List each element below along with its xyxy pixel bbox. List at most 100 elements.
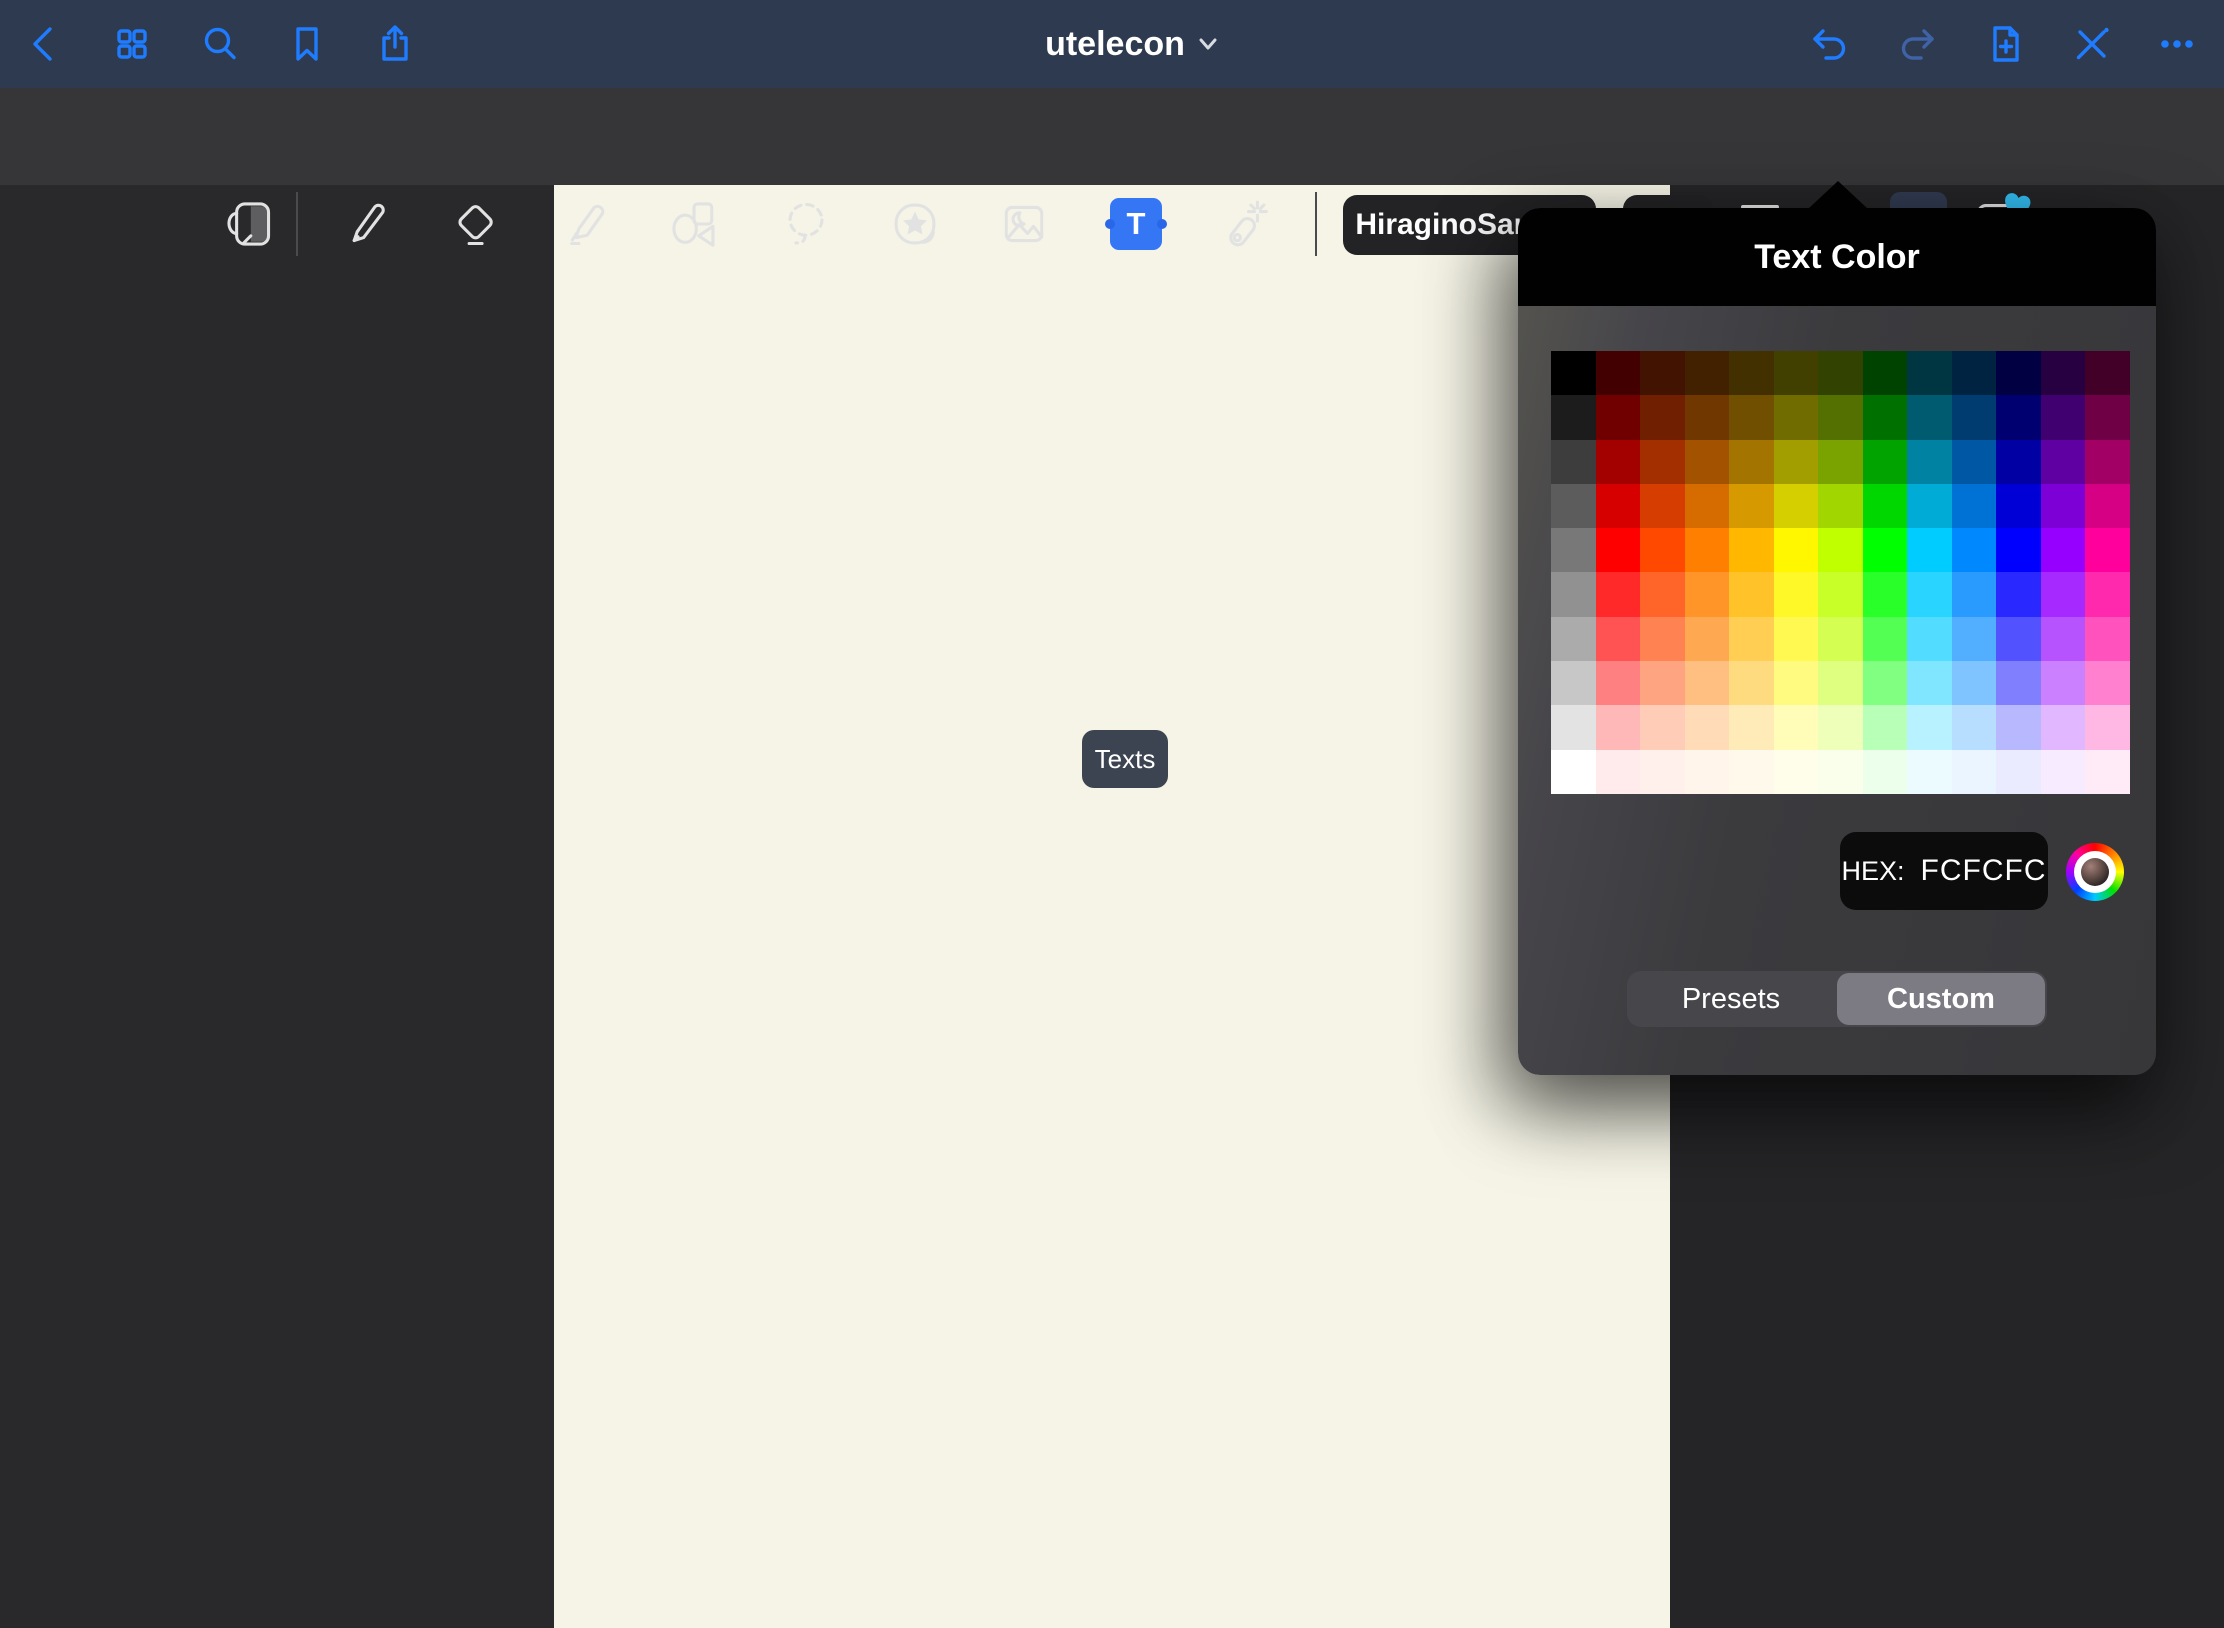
redo-button[interactable] — [1895, 22, 1939, 66]
pan-mode-tool[interactable] — [224, 196, 280, 252]
color-swatch[interactable] — [1952, 395, 1997, 439]
color-swatch[interactable] — [1996, 484, 2041, 528]
color-swatch[interactable] — [1551, 705, 1596, 749]
color-swatch[interactable] — [1729, 705, 1774, 749]
color-swatch[interactable] — [1729, 617, 1774, 661]
color-swatch[interactable] — [1596, 351, 1641, 395]
color-swatch[interactable] — [1907, 617, 1952, 661]
color-swatch[interactable] — [1863, 661, 1908, 705]
color-swatch[interactable] — [1685, 484, 1730, 528]
color-swatch[interactable] — [1907, 528, 1952, 572]
color-swatch[interactable] — [1596, 572, 1641, 616]
color-swatch[interactable] — [1774, 395, 1819, 439]
color-swatch[interactable] — [1551, 661, 1596, 705]
color-swatch[interactable] — [2085, 661, 2130, 705]
color-swatch[interactable] — [1952, 617, 1997, 661]
color-swatch[interactable] — [2085, 351, 2130, 395]
color-swatch[interactable] — [1596, 528, 1641, 572]
color-swatch[interactable] — [1596, 617, 1641, 661]
color-swatch[interactable] — [1996, 351, 2041, 395]
color-swatch[interactable] — [2041, 528, 2086, 572]
color-swatch[interactable] — [1863, 750, 1908, 794]
color-swatch[interactable] — [1818, 484, 1863, 528]
color-swatch[interactable] — [1818, 351, 1863, 395]
eraser-tool[interactable] — [447, 196, 503, 252]
color-swatch[interactable] — [1640, 572, 1685, 616]
color-swatch[interactable] — [2041, 351, 2086, 395]
color-swatch[interactable] — [1640, 661, 1685, 705]
hex-input[interactable]: HEX: FCFCFC — [1840, 832, 2048, 910]
color-swatch[interactable] — [1729, 661, 1774, 705]
color-swatch[interactable] — [1863, 395, 1908, 439]
color-swatch[interactable] — [1996, 617, 2041, 661]
color-swatch[interactable] — [1863, 617, 1908, 661]
color-swatch[interactable] — [1818, 661, 1863, 705]
color-swatch[interactable] — [1640, 617, 1685, 661]
color-swatch[interactable] — [1596, 395, 1641, 439]
elements-tool[interactable] — [887, 196, 943, 252]
color-swatch[interactable] — [1596, 484, 1641, 528]
color-swatch[interactable] — [1685, 440, 1730, 484]
more-options-button[interactable] — [2155, 22, 2199, 66]
text-object[interactable]: Texts — [1082, 730, 1168, 788]
color-swatch[interactable] — [2041, 440, 2086, 484]
color-swatch[interactable] — [1551, 572, 1596, 616]
color-swatch[interactable] — [1729, 528, 1774, 572]
page-thumbnails-button[interactable] — [110, 22, 154, 66]
color-swatch[interactable] — [2085, 750, 2130, 794]
color-swatch[interactable] — [1818, 528, 1863, 572]
color-swatch[interactable] — [1818, 572, 1863, 616]
color-swatch[interactable] — [1551, 484, 1596, 528]
color-swatch[interactable] — [2085, 528, 2130, 572]
color-swatch[interactable] — [2041, 705, 2086, 749]
color-swatch[interactable] — [1774, 705, 1819, 749]
share-button[interactable] — [373, 22, 417, 66]
color-swatch[interactable] — [1907, 484, 1952, 528]
color-swatch[interactable] — [1818, 395, 1863, 439]
color-swatch[interactable] — [1640, 705, 1685, 749]
color-swatch[interactable] — [1640, 484, 1685, 528]
color-swatch[interactable] — [1685, 572, 1730, 616]
pen-tool[interactable] — [338, 196, 394, 252]
color-swatch[interactable] — [1774, 661, 1819, 705]
color-swatch[interactable] — [2041, 484, 2086, 528]
color-swatch[interactable] — [1596, 750, 1641, 794]
color-swatch[interactable] — [1952, 528, 1997, 572]
color-swatch[interactable] — [2041, 572, 2086, 616]
color-swatch[interactable] — [2085, 572, 2130, 616]
color-swatch[interactable] — [2085, 440, 2130, 484]
color-swatch[interactable] — [1685, 705, 1730, 749]
bookmark-button[interactable] — [285, 22, 329, 66]
shapes-tool[interactable] — [666, 196, 722, 252]
color-swatch[interactable] — [1863, 572, 1908, 616]
color-swatch[interactable] — [1551, 395, 1596, 439]
color-swatch[interactable] — [1774, 750, 1819, 794]
color-swatch[interactable] — [1596, 705, 1641, 749]
color-swatch[interactable] — [1996, 661, 2041, 705]
color-swatch[interactable] — [1863, 705, 1908, 749]
color-swatch[interactable] — [1729, 351, 1774, 395]
color-swatch[interactable] — [1996, 705, 2041, 749]
stylus-mode-button[interactable] — [2070, 22, 2114, 66]
color-swatch[interactable] — [1907, 572, 1952, 616]
color-swatch[interactable] — [1551, 617, 1596, 661]
color-swatch[interactable] — [1818, 617, 1863, 661]
color-swatch[interactable] — [2085, 617, 2130, 661]
color-swatch[interactable] — [1952, 661, 1997, 705]
color-swatch[interactable] — [1863, 484, 1908, 528]
color-swatch[interactable] — [1996, 395, 2041, 439]
color-swatch[interactable] — [1818, 705, 1863, 749]
search-button[interactable] — [198, 22, 242, 66]
color-swatch[interactable] — [2085, 395, 2130, 439]
color-swatch[interactable] — [1774, 572, 1819, 616]
document-page-canvas[interactable] — [554, 185, 1670, 1628]
color-swatch[interactable] — [1685, 528, 1730, 572]
color-swatch[interactable] — [1996, 528, 2041, 572]
color-swatch[interactable] — [1551, 351, 1596, 395]
color-swatch[interactable] — [1551, 440, 1596, 484]
color-swatch[interactable] — [1685, 750, 1730, 794]
color-swatch[interactable] — [1952, 440, 1997, 484]
color-swatch[interactable] — [1640, 395, 1685, 439]
color-swatch[interactable] — [1685, 395, 1730, 439]
color-swatch[interactable] — [1952, 705, 1997, 749]
